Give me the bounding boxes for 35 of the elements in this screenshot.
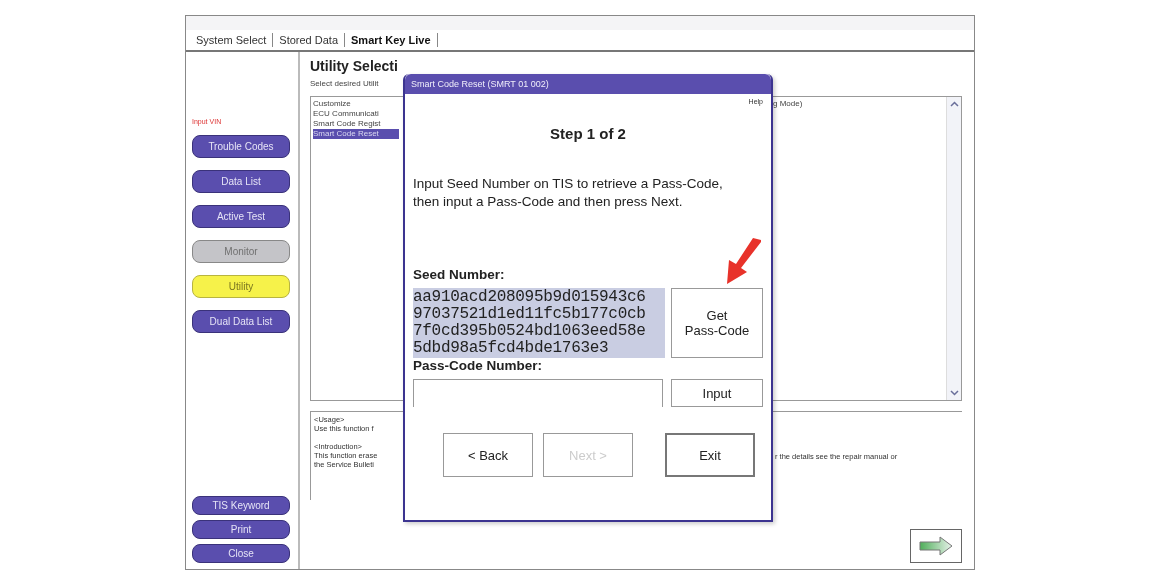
sidebar-button[interactable]: Close [192, 544, 290, 563]
tab[interactable]: Smart Key Live [345, 33, 438, 47]
heading: Utility Selecti [310, 58, 398, 74]
list-item[interactable]: Customize [313, 99, 399, 109]
pass-code-field[interactable] [413, 379, 663, 407]
arrow-icon [919, 536, 953, 556]
instruction-text: Input Seed Number on TIS to retrieve a Pass-Code, [413, 175, 724, 193]
input-button[interactable]: Input [671, 379, 763, 407]
sidebar-button[interactable]: Data List [192, 170, 290, 193]
next-arrow-button[interactable] [910, 529, 962, 563]
sidebar-button[interactable]: Trouble Codes [192, 135, 290, 158]
sidebar-button[interactable]: Print [192, 520, 290, 539]
dialog-title: Smart Code Reset (SMRT 01 002) [411, 79, 549, 89]
get-pass-code-button[interactable]: Get Pass-Code [671, 288, 763, 358]
dialog-button[interactable]: Exit [665, 433, 755, 477]
tab[interactable]: Stored Data [273, 33, 345, 47]
scroll-up-icon[interactable] [949, 101, 959, 107]
subtitle: Select desired Utilit [310, 79, 379, 88]
sidebar-button[interactable]: TIS Keyword [192, 496, 290, 515]
list-item-text: g Mode) [773, 98, 804, 110]
sidebar-button[interactable]: Active Test [192, 205, 290, 228]
sidebar-button[interactable]: Dual Data List [192, 310, 290, 333]
list-item[interactable]: ECU Communicati [313, 109, 399, 119]
step-label: Step 1 of 2 [550, 125, 626, 142]
seed-number-field[interactable]: aa910acd208095b9d015943c6 97037521d1ed11fc5b177c0cb 7f0cd395b0524bd1063eed58e 5dbd98a5fcd4bde1763e3 [413, 288, 665, 358]
list-item[interactable]: Smart Code Reset [313, 129, 399, 139]
dialog-button[interactable]: < Back [443, 433, 533, 477]
instruction-text: then input a Pass-Code and then press Next. [413, 193, 684, 211]
scrollbar[interactable] [946, 97, 961, 400]
scroll-down-icon[interactable] [949, 390, 959, 396]
list-item[interactable]: Smart Code Regist [313, 119, 399, 129]
pass-code-label: Pass-Code Number: [413, 358, 544, 373]
sidebar-button[interactable]: Utility [192, 275, 290, 298]
tab[interactable]: System Select [190, 33, 274, 47]
seed-label: Seed Number: [413, 267, 506, 282]
